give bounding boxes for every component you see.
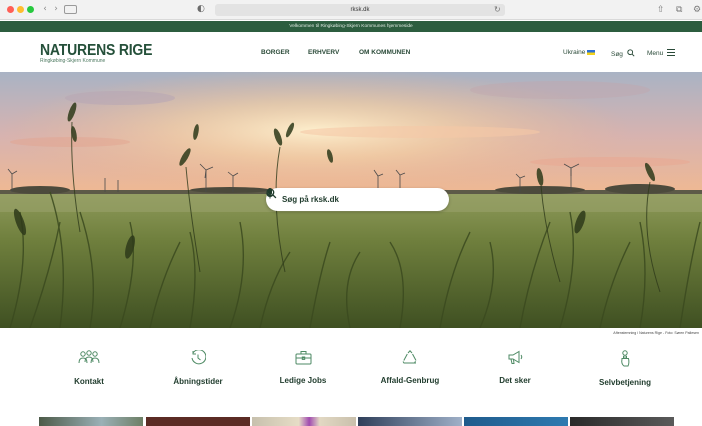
extensions-button[interactable]: ⚙ [693, 4, 701, 16]
ukraine-flag-icon [587, 50, 596, 55]
news-card-image[interactable] [39, 417, 143, 426]
quicklink-label: Selvbetjening [598, 378, 651, 387]
recycle-icon [402, 350, 417, 364]
megaphone-icon [508, 350, 522, 364]
hand-icon [621, 350, 630, 367]
address-bar[interactable]: rksk.dk [215, 4, 505, 16]
minimize-window-button[interactable] [17, 6, 24, 13]
hero-search-input[interactable]: Søg på rksk.dk [266, 188, 449, 211]
clock-icon [191, 350, 206, 365]
nav-borger[interactable]: BORGER [261, 49, 290, 57]
hero-image: Søg på rksk.dk [0, 72, 702, 328]
privacy-shield-icon[interactable]: ◐ [197, 4, 205, 15]
menu-label: Menu [647, 50, 664, 57]
zoom-window-button[interactable] [27, 6, 34, 13]
news-card-image[interactable] [464, 417, 568, 426]
briefcase-icon [295, 351, 311, 365]
hamburger-icon [667, 49, 676, 56]
site-logo[interactable]: NATURENS RIGE [40, 41, 152, 57]
quicklink-affald-genbrug[interactable]: Affald-Genbrug [360, 350, 460, 386]
welcome-banner: Velkommen til Ringkøbing-Skjern Kommunes… [0, 21, 702, 32]
reload-button[interactable]: ↻ [494, 4, 501, 16]
language-label: Ukraine [563, 49, 586, 56]
news-card-image[interactable] [146, 417, 250, 426]
quicklink-label: Det sker [499, 376, 531, 385]
site-header: NATURENS RIGE Ringkøbing-Skjern Kommune … [0, 32, 702, 72]
nav-om-kommunen[interactable]: OM KOMMUNEN [359, 49, 410, 57]
header-search-button[interactable]: Søg [611, 49, 635, 59]
tabs-overview-button[interactable]: ⧉ [676, 4, 682, 16]
quicklink-label: Affald-Genbrug [380, 376, 440, 385]
browser-toolbar: ‹ › ◐ rksk.dk ↻ ⇧ ⧉ ⚙ [0, 0, 702, 20]
language-link[interactable]: Ukraine [563, 49, 596, 57]
header-search-label: Søg [611, 51, 623, 58]
nav-erhverv[interactable]: ERHVERV [308, 49, 339, 57]
search-icon [627, 49, 635, 57]
news-card-image[interactable] [358, 417, 462, 426]
close-window-button[interactable] [7, 6, 14, 13]
photo-credit: Aftenstemning i Naturens Rige - Foto: Sø… [613, 331, 699, 335]
quicklink-label: Ledige Jobs [279, 376, 327, 385]
quicklink-kontakt[interactable]: Kontakt [39, 350, 139, 387]
menu-button[interactable]: Menu [647, 49, 676, 58]
sidebar-toggle-button[interactable] [64, 5, 77, 14]
site-logo-subtitle: Ringkøbing-Skjern Kommune [40, 58, 106, 64]
page: ‹ › ◐ rksk.dk ↻ ⇧ ⧉ ⚙ Velkommen til Ring… [0, 0, 702, 426]
people-icon [78, 350, 100, 364]
quicklink-label: Åbningstider [173, 377, 223, 386]
news-card-image[interactable] [570, 417, 674, 426]
quicklink-label: Kontakt [74, 377, 104, 386]
news-card-image[interactable] [252, 417, 356, 426]
forward-button[interactable]: › [51, 5, 61, 14]
quicklink-det-sker[interactable]: Det sker [465, 350, 565, 386]
search-icon[interactable] [266, 188, 277, 199]
quicklink-ledige-jobs[interactable]: Ledige Jobs [253, 350, 353, 386]
quicklink-aabningstider[interactable]: Åbningstider [148, 350, 248, 387]
share-button[interactable]: ⇧ [657, 4, 665, 16]
hero-search-placeholder: Søg på rksk.dk [282, 195, 339, 204]
back-button[interactable]: ‹ [40, 5, 50, 14]
quicklink-selvbetjening[interactable]: Selvbetjening [575, 350, 675, 388]
